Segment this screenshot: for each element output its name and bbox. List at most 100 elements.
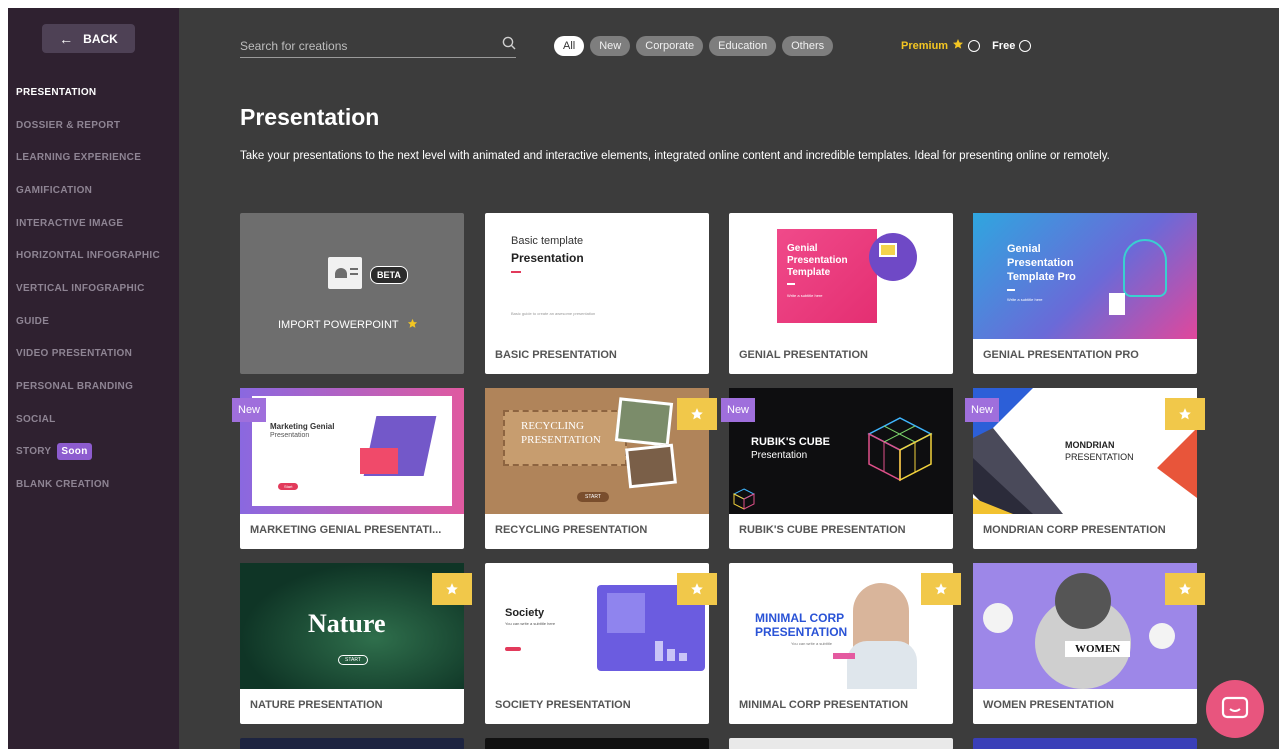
template-card-partial[interactable]: [729, 738, 953, 749]
thumb-text: Presentation: [1007, 257, 1074, 269]
page-title: Presentation: [240, 104, 380, 130]
sidebar-item-guide[interactable]: GUIDE: [16, 305, 160, 338]
template-card-marketing-genial-presentation[interactable]: New Marketing Genial Presentation Start …: [232, 388, 464, 549]
sidebar-item-dossier-report[interactable]: DOSSIER & REPORT: [16, 109, 160, 142]
thumb-text: Start: [278, 483, 299, 490]
template-card-label: MINIMAL CORP PRESENTATION: [739, 699, 909, 711]
import-label-row: IMPORT POWERPOINT: [278, 316, 418, 334]
free-label: Free: [992, 39, 1016, 52]
template-thumbnail: Basic template Presentation Basic guide …: [485, 213, 709, 339]
sidebar-item-label: VIDEO PRESENTATION: [16, 348, 133, 360]
category-sidebar: ← BACK PRESENTATION DOSSIER & REPORT LEA…: [8, 8, 179, 749]
template-thumbnail: MINIMAL CORP PRESENTATION You can write …: [729, 563, 953, 689]
thumb-text: Presentation: [751, 450, 808, 461]
sidebar-item-interactive-image[interactable]: INTERACTIVE IMAGE: [16, 207, 160, 240]
thumb-text: PRESENTATION: [755, 625, 848, 639]
template-card-minimal-corp-presentation[interactable]: MINIMAL CORP PRESENTATION You can write …: [729, 563, 961, 724]
cube-illustration: [867, 417, 933, 482]
import-powerpoint-label: IMPORT POWERPOINT: [278, 319, 399, 331]
thumb-text: Write a subtitle here: [1007, 297, 1043, 302]
filter-chip-corporate[interactable]: Corporate: [636, 36, 704, 56]
free-radio[interactable]: [1019, 39, 1032, 52]
template-card-label: WOMEN PRESENTATION: [983, 699, 1114, 711]
template-card-recycling-presentation[interactable]: RECYCLING PRESENTATION START RECYCLING P…: [485, 388, 717, 549]
filter-chip-education[interactable]: Education: [709, 36, 777, 56]
thumb-text: Presentation: [270, 432, 310, 439]
template-card-basic-presentation[interactable]: Basic template Presentation Basic guide …: [485, 213, 709, 374]
template-card-label: MONDRIAN CORP PRESENTATION: [983, 524, 1166, 536]
sidebar-item-blank-creation[interactable]: BLANK CREATION: [16, 468, 160, 501]
sidebar-item-label: BLANK CREATION: [16, 479, 110, 491]
thumb-text: MONDRIAN: [1065, 440, 1115, 450]
chat-button[interactable]: [1206, 680, 1264, 738]
premium-radio[interactable]: [968, 39, 981, 52]
template-card-women-presentation[interactable]: WOMEN WOMEN PRESENTATION: [973, 563, 1205, 724]
star-icon: [935, 583, 947, 595]
arrow-left-icon: ←: [59, 30, 74, 47]
template-card-label: SOCIETY PRESENTATION: [495, 699, 631, 711]
thumb-text: PRESENTATION: [521, 434, 601, 446]
powerpoint-icon: [328, 257, 362, 289]
thumb-text: START: [338, 655, 368, 665]
thumb-text: Template: [787, 267, 831, 278]
thumb-text: RUBIK'S CUBE: [751, 436, 831, 448]
template-card-partial[interactable]: [485, 738, 709, 749]
template-card-label: BASIC PRESENTATION: [495, 349, 617, 361]
thumb-text: Genial: [1007, 243, 1041, 255]
sidebar-item-label: PRESENTATION: [16, 86, 97, 98]
template-card-genial-presentation-pro[interactable]: Genial Presentation Template Pro Write a…: [973, 213, 1197, 374]
star-icon: [1179, 583, 1191, 595]
sidebar-item-learning-experience[interactable]: LEARNING EXPERIENCE: [16, 141, 160, 174]
back-button[interactable]: ← BACK: [42, 24, 135, 53]
template-card-label: GENIAL PRESENTATION: [739, 349, 868, 361]
premium-star-badge: [1165, 398, 1205, 430]
thumb-text: MINIMAL CORP: [755, 611, 845, 625]
premium-star-badge: [677, 398, 717, 430]
template-card-partial[interactable]: [973, 738, 1197, 749]
sidebar-item-label: INTERACTIVE IMAGE: [16, 217, 124, 229]
plan-toggle: Premium Free: [901, 38, 1032, 53]
new-badge: New: [721, 398, 756, 422]
sidebar-item-gamification[interactable]: GAMIFICATION: [16, 174, 160, 207]
thumb-text: You can write a subtitle here: [505, 621, 556, 626]
new-badge: New: [965, 398, 1000, 422]
template-card-nature-presentation[interactable]: Nature START NATURE PRESENTATION: [240, 563, 472, 724]
back-label: BACK: [83, 31, 118, 46]
template-thumbnail: Society You can write a subtitle here: [485, 563, 709, 689]
sidebar-item-label: LEARNING EXPERIENCE: [16, 152, 142, 164]
thumb-text: Write a subtitle here: [787, 293, 823, 298]
search-input[interactable]: [240, 38, 480, 53]
sidebar-item-social[interactable]: SOCIAL: [16, 403, 160, 436]
sidebar-item-label: DOSSIER & REPORT: [16, 119, 121, 131]
star-icon: [446, 583, 458, 595]
template-card-partial[interactable]: [240, 738, 464, 749]
template-card-label: GENIAL PRESENTATION PRO: [983, 349, 1139, 361]
template-card-rubiks-cube-presentation[interactable]: New RUBIK'S CUBE Presentation RUBIK'S CU…: [721, 388, 953, 549]
template-thumbnail: RECYCLING PRESENTATION START: [485, 388, 709, 514]
template-thumbnail: Genial Presentation Template Pro Write a…: [973, 213, 1197, 339]
star-icon: [952, 38, 964, 53]
star-icon: [1179, 408, 1191, 420]
star-icon: [691, 408, 703, 420]
sidebar-item-personal-branding[interactable]: PERSONAL BRANDING: [16, 370, 160, 403]
sidebar-item-vertical-infographic[interactable]: VERTICAL INFOGRAPHIC: [16, 272, 160, 305]
template-card-society-presentation[interactable]: Society You can write a subtitle here SO…: [485, 563, 717, 724]
thumb-text: RECYCLING: [521, 420, 584, 432]
filter-chip-all[interactable]: All: [554, 36, 585, 56]
template-card-mondrian-corp-presentation[interactable]: New MONDRIAN PRESENTATION MONDRIAN CORP …: [965, 388, 1205, 549]
template-card-genial-presentation[interactable]: Genial Presentation Template Write a sub…: [729, 213, 953, 374]
illustration-circle: [869, 233, 917, 281]
sidebar-item-presentation[interactable]: PRESENTATION: [16, 76, 160, 109]
sidebar-item-video-presentation[interactable]: VIDEO PRESENTATION: [16, 338, 160, 371]
template-card-import-powerpoint[interactable]: BETA IMPORT POWERPOINT: [240, 213, 464, 374]
thumb-text: WOMEN: [1065, 641, 1131, 657]
filter-chip-others[interactable]: Others: [782, 36, 834, 56]
sidebar-item-story[interactable]: STORY Soon: [16, 436, 160, 469]
thumb-text: PRESENTATION: [1065, 452, 1134, 462]
template-card-label: MARKETING GENIAL PRESENTATI...: [250, 524, 442, 536]
template-thumbnail: WOMEN: [973, 563, 1197, 689]
filter-chip-new[interactable]: New: [590, 36, 631, 56]
sidebar-item-horizontal-infographic[interactable]: HORIZONTAL INFOGRAPHIC: [16, 239, 160, 272]
search-icon[interactable]: [502, 36, 516, 55]
sidebar-item-label: VERTICAL INFOGRAPHIC: [16, 282, 145, 294]
